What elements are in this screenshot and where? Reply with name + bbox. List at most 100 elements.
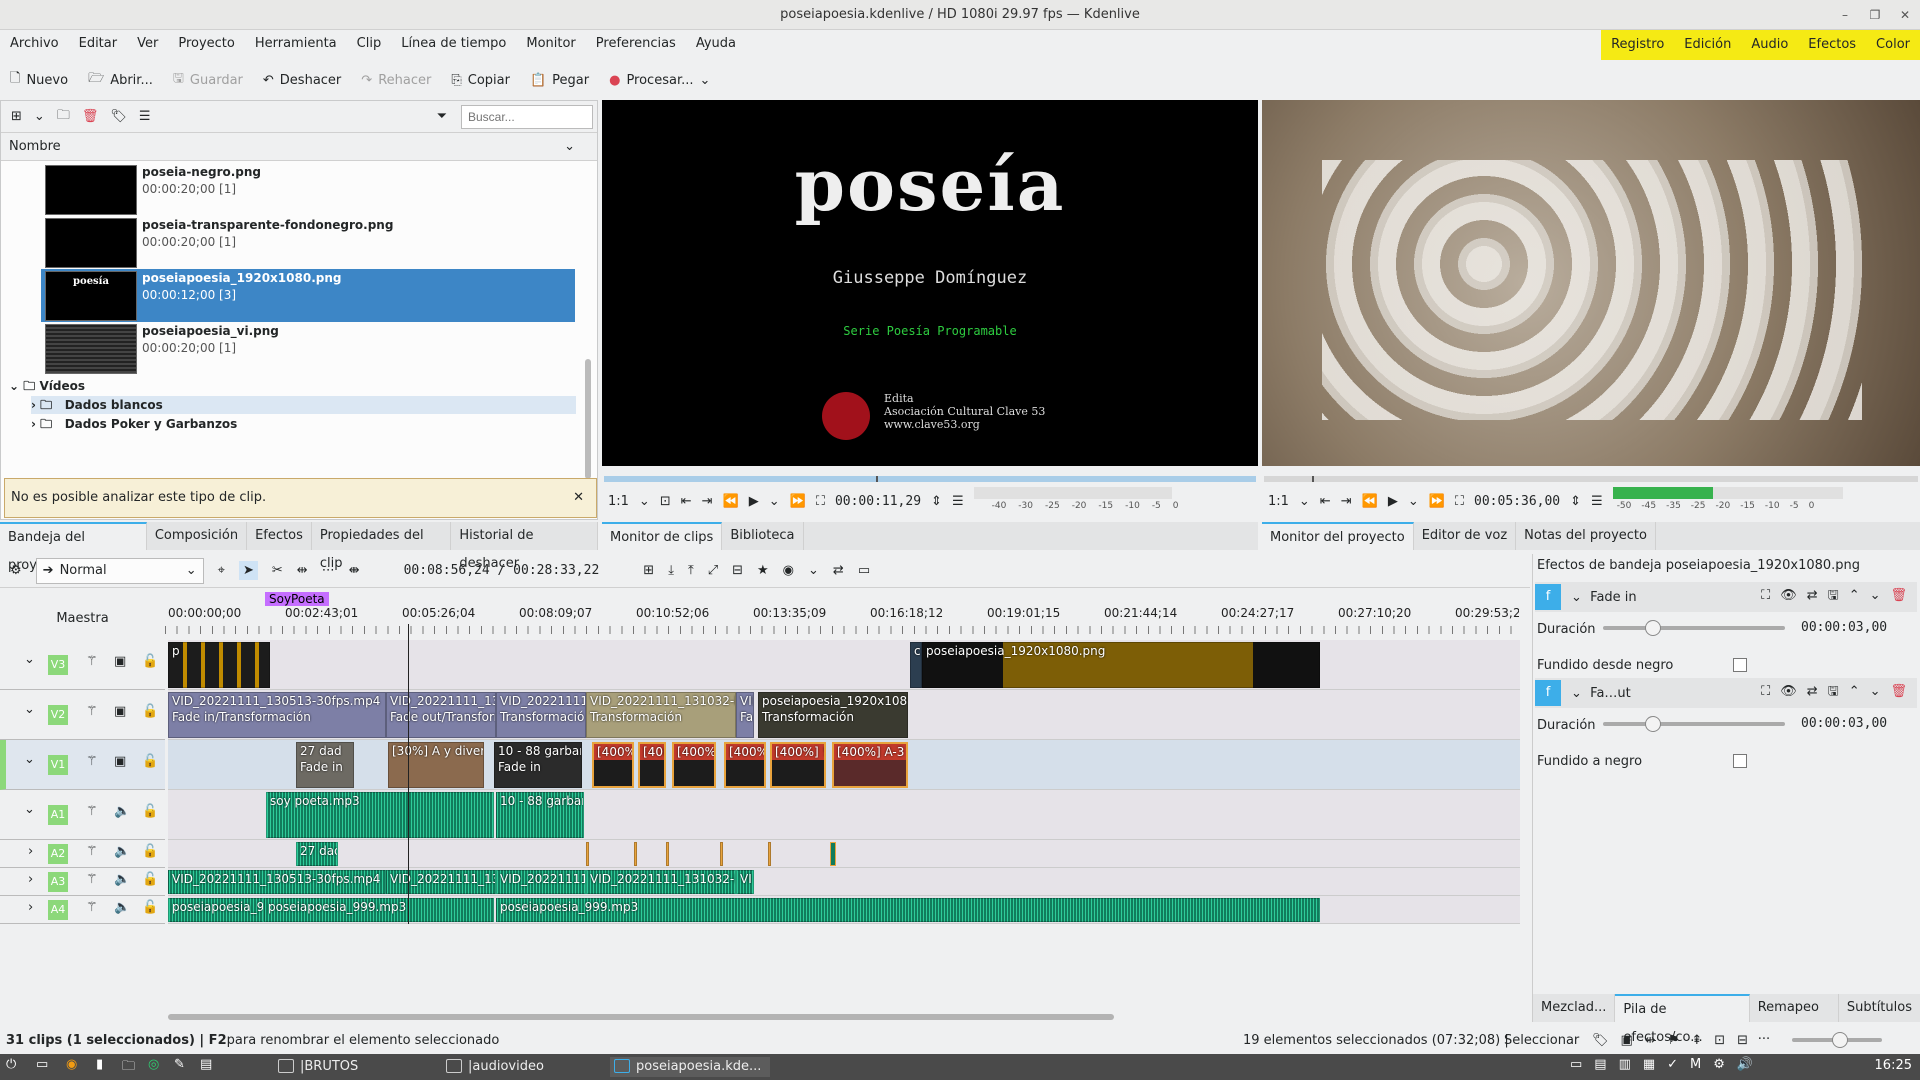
layout-audio[interactable]: Audio <box>1741 30 1798 60</box>
tab-bandeja[interactable]: Bandeja del proyecto <box>0 522 147 573</box>
folder-dados-poker[interactable]: › 🗀 Dados Poker y Garbanzos <box>31 415 237 433</box>
lock-icon[interactable]: 🔓 <box>142 754 158 769</box>
clip-seek-bar[interactable] <box>604 476 1256 482</box>
new-button[interactable]: 🗋 Nuevo <box>0 60 78 100</box>
zoom-select[interactable]: 1:1 <box>1268 494 1289 509</box>
tab-mezclador[interactable]: Mezclad... <box>1533 994 1616 1022</box>
folder-videos[interactable]: ⌄ 🗀 Vídeos <box>9 377 85 395</box>
tab-biblioteca[interactable]: Biblioteca <box>722 522 804 550</box>
fit-icon[interactable]: ⊡ <box>660 494 671 509</box>
task-brutos[interactable]: |BRUTOS <box>274 1057 358 1077</box>
close-icon[interactable]: ✕ <box>573 479 584 517</box>
set-in-icon[interactable]: ⇤ <box>681 494 692 509</box>
menu-monitor[interactable]: Monitor <box>516 30 585 58</box>
filter-icon[interactable]: ⏷ <box>437 109 447 124</box>
clip-v3-p[interactable]: p <box>168 642 270 688</box>
track-a1[interactable]: soy poeta.mp3 10 - 88 garban <box>168 790 1520 840</box>
tab-notas[interactable]: Notas del proyecto <box>1516 522 1656 550</box>
tab-remapeo[interactable]: Remapeo ... <box>1750 994 1839 1043</box>
clip-v1-6[interactable]: [400% <box>672 742 716 788</box>
clip-v2-3[interactable]: VID_20221111 Transformació <box>496 692 586 738</box>
clip-a4-3[interactable]: poseiapoesia_999.mp3 <box>496 898 1320 922</box>
record-icon[interactable]: ◉ <box>783 563 794 578</box>
render-button[interactable]: ● Procesar... ⌄ <box>599 60 720 100</box>
track-a2[interactable]: 27 dad <box>168 840 1520 868</box>
clip-v1-1[interactable]: 27 dad Fade in <box>296 742 354 788</box>
chevron-down-icon[interactable]: ⌄ <box>1299 494 1310 509</box>
copy-button[interactable]: ⎘ Copiar <box>441 60 520 100</box>
effect-actions[interactable]: ⛶👁⇄🖫⌃⌄🗑 <box>1761 586 1917 608</box>
track-header-a2[interactable]: › A2 ⚚ 🔈 🔓 <box>0 840 165 868</box>
delete-icon[interactable]: 🗑 <box>1890 684 1917 699</box>
subtitle-icon[interactable]: ▭ <box>858 563 870 578</box>
project-seek-bar[interactable] <box>1264 476 1918 482</box>
status-tools[interactable]: 🏷▣⇹⚑⇞⊡⊟ <box>1592 1033 1760 1048</box>
spin-icon[interactable]: ⇕ <box>931 494 942 509</box>
delete-icon[interactable]: 🗑 <box>82 109 99 124</box>
lift-icon[interactable]: ⤒ <box>688 563 694 578</box>
editor-icon[interactable]: ✎ <box>174 1057 185 1072</box>
clip-v2-1[interactable]: VID_20221111_130513-30fps.mp4 Fade in/Tra… <box>168 692 386 738</box>
chevron-right-icon[interactable]: › <box>28 900 33 915</box>
chevron-down-icon[interactable]: ⌄ <box>1571 590 1582 605</box>
slider-knob[interactable] <box>1645 620 1661 636</box>
menu-editar[interactable]: Editar <box>69 30 128 58</box>
tab-subtitulos[interactable]: Subtítulos <box>1839 994 1920 1022</box>
chevron-down-icon[interactable]: ⌄ <box>24 802 35 817</box>
track-v2[interactable]: VID_20221111_130513-30fps.mp4 Fade in/Tra… <box>168 690 1520 740</box>
open-button[interactable]: 🗁 Abrir... <box>78 60 163 100</box>
clip-v2-2[interactable]: VID_20221111_13 Fade out/Transforr <box>386 692 496 738</box>
razor-icon[interactable]: ✂ <box>272 563 283 578</box>
speaker-icon[interactable]: 🔈 <box>114 844 130 859</box>
delete-icon[interactable]: 🗑 <box>1890 588 1917 603</box>
close-button[interactable]: ✕ <box>1890 0 1920 30</box>
lock-icon[interactable]: 🔓 <box>142 704 158 719</box>
terminal-icon[interactable]: ▮ <box>96 1057 103 1072</box>
track-v3[interactable]: p c poseiapoesia_1920x1080.png <box>168 640 1520 690</box>
clip-a3-5[interactable]: VI <box>736 870 754 894</box>
paste-button[interactable]: 📋 Pegar <box>520 60 599 100</box>
playhead[interactable] <box>408 624 409 924</box>
slip-icon[interactable]: ⇼ <box>349 563 360 578</box>
tab-monitor-proyecto[interactable]: Monitor del proyecto <box>1262 522 1414 550</box>
clip-v3-c[interactable]: c <box>910 642 922 688</box>
chevron-right-icon[interactable]: › <box>28 844 33 859</box>
folder-dados-blancos[interactable]: › 🗀 Dados blancos <box>31 396 576 414</box>
duration-slider[interactable] <box>1603 716 1785 732</box>
list-item[interactable]: poseia-negro.png 00:00:20;00 [1] <box>41 163 575 216</box>
track-header-v1[interactable]: ⌄ V1 ⚚ ▣ 🔓 <box>0 740 165 790</box>
clip-a2-marker[interactable] <box>768 842 771 866</box>
chevron-right-icon[interactable]: › <box>28 872 33 887</box>
snap-icon[interactable]: ⌖ <box>218 563 225 578</box>
project-monitor-screen[interactable] <box>1262 100 1920 466</box>
forward-icon[interactable]: ⏩ <box>1429 494 1445 509</box>
maximize-button[interactable]: ❐ <box>1860 0 1890 30</box>
tab-composicion[interactable]: Composición <box>147 522 248 550</box>
set-out-icon[interactable]: ⇥ <box>702 494 713 509</box>
list-item[interactable]: poesía poseiapoesia_1920x1080.png 00:00:… <box>41 269 575 322</box>
tab-pila-efectos[interactable]: Pila de efectos/co... <box>1615 994 1750 1045</box>
film-icon[interactable]: ▣ <box>114 654 126 669</box>
menu-ayuda[interactable]: Ayuda <box>686 30 746 58</box>
clip-a3-2[interactable]: VID_20221111_13 <box>386 870 496 894</box>
set-out-icon[interactable]: ⇥ <box>1341 494 1352 509</box>
zoom-slider[interactable] <box>1792 1032 1882 1048</box>
menu-icon[interactable]: ☰ <box>952 494 964 509</box>
wand-icon[interactable]: ⚚ <box>86 654 98 669</box>
track-header-v2[interactable]: ⌄ V2 ⚚ ▣ 🔓 <box>0 690 165 740</box>
lock-icon[interactable]: 🔓 <box>142 654 158 669</box>
crop-icon[interactable]: ⛶ <box>816 494 825 509</box>
tag-icon[interactable]: 🏷 <box>110 109 127 124</box>
clip-monitor-screen[interactable]: poseía Giusseppe Domínguez Serie Poesía … <box>602 100 1258 466</box>
folder-icon[interactable]: 🗀 <box>57 106 70 128</box>
task-kdenlive[interactable]: poseiapoesia.kde... <box>610 1057 770 1077</box>
clip-v2-5[interactable]: VID Fac <box>736 692 754 738</box>
track-header-v3[interactable]: ⌄ V3 ⚚ ▣ 🔓 <box>0 640 165 690</box>
bin-search-input[interactable] <box>461 105 593 129</box>
speaker-icon[interactable]: 🔈 <box>114 900 130 915</box>
clip-a3-3[interactable]: VID_20221111 <box>496 870 586 894</box>
chevron-down-icon[interactable]: ⌄ <box>1571 686 1582 701</box>
mix-icon[interactable]: ⇄ <box>833 563 844 578</box>
menu-ver[interactable]: Ver <box>127 30 168 58</box>
clip-a1-2[interactable]: 10 - 88 garban <box>496 792 584 838</box>
